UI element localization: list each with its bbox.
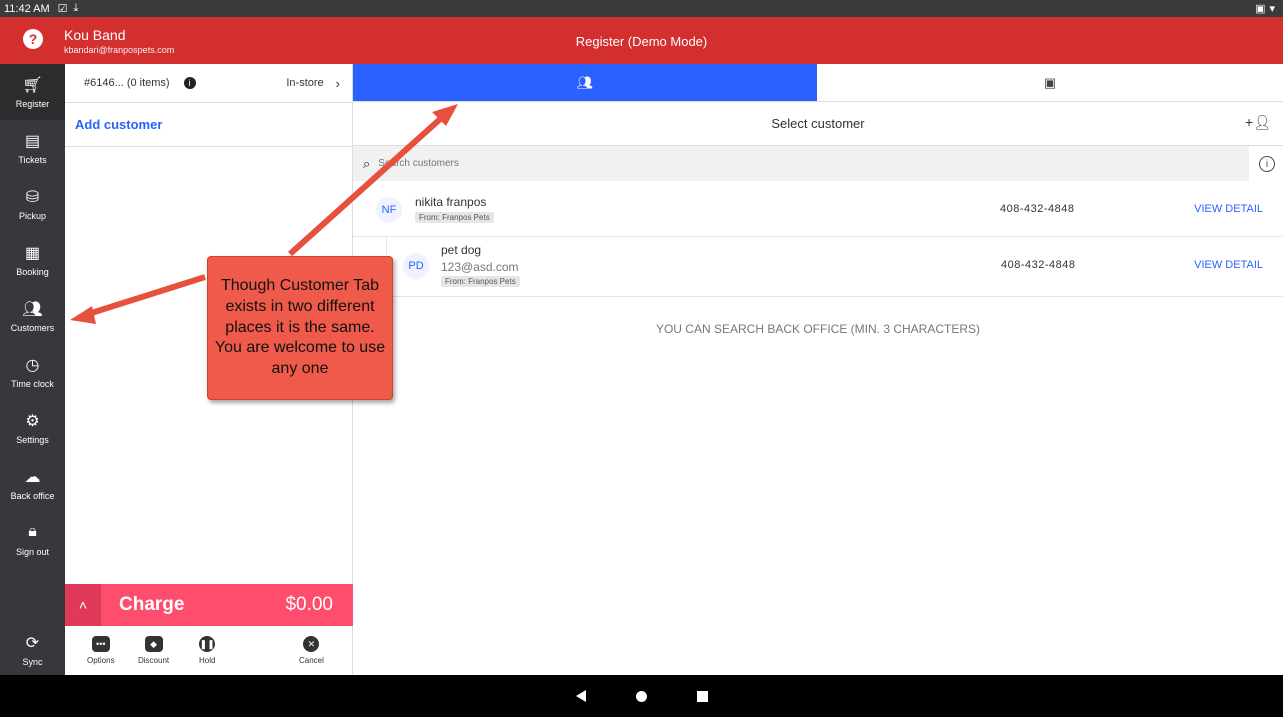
back-icon[interactable] xyxy=(575,690,586,702)
customer-phone: 408-432-4848 xyxy=(1000,203,1075,215)
tab-gallery[interactable]: ▣ xyxy=(817,64,1283,101)
sidebar-item-customers[interactable]: 👥︎ Customers xyxy=(0,288,65,344)
sidebar-item-label: Booking xyxy=(16,267,49,277)
sidebar-item-label: Register xyxy=(15,99,50,109)
view-detail-link[interactable]: VIEW DETAIL xyxy=(1194,203,1263,215)
clock-icon: ◷ xyxy=(25,357,40,374)
home-icon[interactable] xyxy=(635,690,647,702)
sidebar-item-label: Pickup xyxy=(18,211,46,221)
avatar: PD xyxy=(403,253,429,279)
search-input[interactable] xyxy=(378,158,779,169)
chevron-right-icon[interactable]: › xyxy=(336,76,340,91)
options-button[interactable]: ••• Options xyxy=(87,636,115,665)
add-customer-button[interactable]: Add customer xyxy=(65,103,352,147)
close-icon: ✕ xyxy=(303,636,320,652)
cancel-button[interactable]: ✕ Cancel xyxy=(299,636,324,665)
tab-customers[interactable]: 👥︎ xyxy=(353,64,817,101)
lock-icon: 🔒︎ xyxy=(28,523,37,540)
options-icon: ••• xyxy=(91,636,110,652)
download-icon: ⤓ xyxy=(73,2,79,14)
sidebar-item-settings[interactable]: ⚙ Settings xyxy=(0,400,65,456)
cart-icon: 🛒︎ xyxy=(22,77,43,94)
cancel-label: Cancel xyxy=(299,656,324,665)
customer-panel: 👥︎ ▣ Select customer +👤︎ ⌕ i NF nikita f… xyxy=(353,64,1283,675)
discount-button[interactable]: ◆ Discount xyxy=(138,636,169,665)
info-icon[interactable]: i xyxy=(183,77,196,89)
recent-apps-icon[interactable] xyxy=(696,690,708,702)
sidebar-item-label: Settings xyxy=(16,435,49,445)
order-header[interactable]: #6146... (0 items) i In-store › xyxy=(65,64,352,103)
sidebar-item-register[interactable]: 🛒︎ Register xyxy=(0,64,65,120)
sidebar-item-time-clock[interactable]: ◷ Time clock xyxy=(0,344,65,400)
people-icon: 👥︎ xyxy=(22,301,43,318)
status-time: 11:42 AM xyxy=(4,2,50,15)
sidebar-item-back-office[interactable]: ☁ Back office xyxy=(0,456,65,512)
cast-icon: ▣ xyxy=(1255,3,1266,15)
add-person-icon[interactable]: +👤︎ xyxy=(1245,114,1271,131)
page-title: Register (Demo Mode) xyxy=(575,34,708,49)
annotation-callout: Though Customer Tab exists in two differ… xyxy=(207,256,393,400)
sidebar: 🛒︎ Register ▤ Tickets ⛁ Pickup ▦ Booking 👥︎ C… xyxy=(0,64,65,675)
charge-button[interactable]: ˄ Charge $0.00 xyxy=(65,584,353,626)
wifi-icon: ▾ xyxy=(1269,3,1275,15)
hold-label: Hold xyxy=(199,656,216,665)
order-number: #6146... (0 items) xyxy=(84,77,170,89)
tickets-icon: ▤ xyxy=(24,133,41,150)
select-customer-title: Select customer xyxy=(771,116,865,131)
sidebar-item-pickup[interactable]: ⛁ Pickup xyxy=(0,176,65,232)
select-customer-header: Select customer +👤︎ xyxy=(353,102,1283,146)
order-mode: In-store xyxy=(286,77,324,89)
sidebar-item-tickets[interactable]: ▤ Tickets xyxy=(0,120,65,176)
hold-button[interactable]: ❚❚ Hold xyxy=(199,636,215,665)
tab-bar: 👥︎ ▣ xyxy=(353,64,1283,102)
check-notification-icon: ☑ xyxy=(57,3,68,15)
sidebar-item-label: Tickets xyxy=(18,155,47,165)
people-icon: 👥︎ xyxy=(576,74,594,90)
discount-label: Discount xyxy=(138,656,170,665)
customer-phone: 408-432-4848 xyxy=(1001,259,1076,271)
sidebar-item-sign-out[interactable]: 🔒︎ Sign out xyxy=(0,512,65,568)
pause-icon: ❚❚ xyxy=(199,636,216,652)
sidebar-item-label: Time clock xyxy=(11,379,54,389)
calendar-icon: ▦ xyxy=(24,245,41,262)
tag-icon: ◆ xyxy=(144,636,163,652)
source-badge: From: Franpos Pets xyxy=(441,276,520,287)
sidebar-item-label: Sync xyxy=(22,657,43,667)
charge-amount: $0.00 xyxy=(285,594,333,615)
search-icon: ⌕ xyxy=(363,155,371,171)
info-icon[interactable]: i xyxy=(1259,156,1275,172)
cloud-icon: ☁ xyxy=(24,469,41,486)
app-header: ? Kou Band kbandari@franpospets.com Regi… xyxy=(0,17,1283,64)
gear-icon: ⚙ xyxy=(25,413,40,430)
source-badge: From: Franpos Pets xyxy=(415,212,494,223)
search-bar: ⌕ xyxy=(353,146,1249,181)
pickup-icon: ⛁ xyxy=(25,189,40,206)
view-detail-link[interactable]: VIEW DETAIL xyxy=(1194,259,1263,271)
customer-email: 123@asd.com xyxy=(441,260,519,274)
customer-name: nikita franpos xyxy=(415,195,487,209)
image-icon: ▣ xyxy=(1043,74,1057,90)
charge-label: Charge xyxy=(119,594,185,615)
sidebar-item-label: Sign out xyxy=(15,547,50,557)
search-hint: YOU CAN SEARCH BACK OFFICE (MIN. 3 CHARA… xyxy=(655,322,981,336)
options-label: Options xyxy=(87,656,115,665)
customer-row[interactable]: NF nikita franpos From: Franpos Pets 408… xyxy=(353,181,1283,237)
sidebar-item-label: Back office xyxy=(10,491,55,501)
sidebar-item-label: Customers xyxy=(10,323,55,333)
sync-icon: ⟳ xyxy=(25,635,40,652)
status-bar: 11:42 AM ☑ ⤓ ▣ ▾ xyxy=(0,0,1283,17)
customer-row[interactable]: PD pet dog 123@asd.com From: Franpos Pet… xyxy=(386,237,1283,297)
cart-actions: ••• Options ◆ Discount ❚❚ Hold ✕ Cancel xyxy=(65,626,353,675)
avatar: NF xyxy=(376,197,402,223)
system-nav-bar xyxy=(0,675,1283,717)
sidebar-item-booking[interactable]: ▦ Booking xyxy=(0,232,65,288)
sidebar-item-sync[interactable]: ⟳ Sync xyxy=(0,622,65,678)
customer-name: pet dog xyxy=(441,243,482,257)
chevron-up-icon[interactable]: ˄ xyxy=(65,584,101,626)
